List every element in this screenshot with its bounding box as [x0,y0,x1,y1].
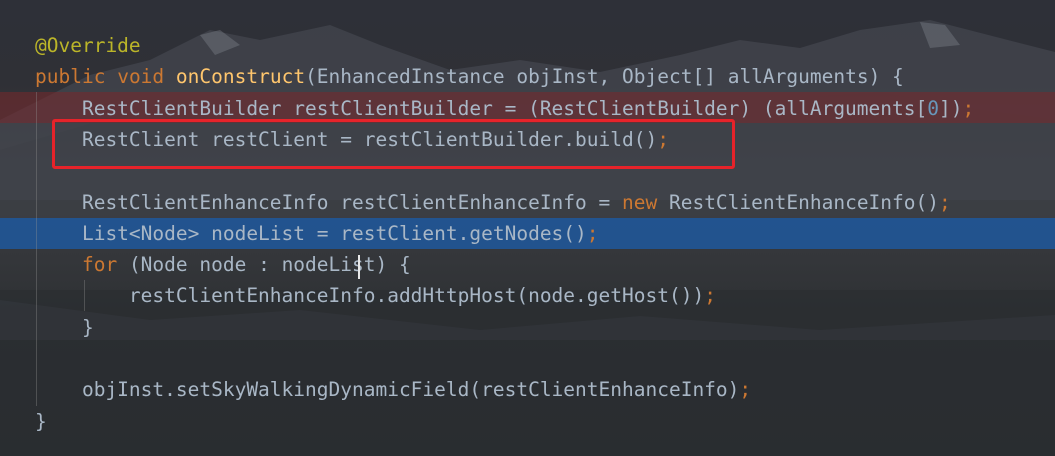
code-line[interactable]: } [0,406,1055,437]
code-line[interactable]: for (Node node : nodeList) { [0,249,1055,280]
code-token: ; [939,190,951,214]
code-token: 0 [927,96,939,120]
code-editor[interactable]: @Override public void onConstruct(Enhance… [0,0,1055,456]
code-token: ; [586,221,599,245]
code-line[interactable]: restClientEnhanceInfo.addHttpHost(node.g… [0,280,1055,311]
code-token: RestClientBuilder restClientBuilder = (R… [35,96,928,120]
code-token: new [622,190,658,214]
code-line[interactable] [0,343,1055,374]
code-line[interactable]: public void onConstruct(EnhancedInstance… [0,61,1055,92]
code-token: RestClientEnhanceInfo restClientEnhanceI… [35,190,622,214]
code-token: } [35,315,94,339]
code-token: onConstruct [175,65,306,89]
code-token: restClientEnhanceInfo.addHttpHost(node.g… [35,284,705,308]
code-token: void [117,65,165,89]
code-token: public [35,65,106,89]
code-token: for [81,253,118,277]
code-token: ; [962,96,975,120]
code-token: List<Node> nodeList = restClient.getNode… [35,221,587,245]
text-cursor [358,255,360,279]
code-token: (Node node : nodeList) { [117,253,411,277]
code-token: RestClientEnhanceInfo() [657,190,939,214]
code-token: ]) [939,96,963,120]
code-line[interactable]: List<Node> nodeList = restClient.getNode… [0,218,1055,249]
code-token: (EnhancedInstance objInst, Object[] allA… [305,65,904,89]
code-line[interactable]: objInst.setSkyWalkingDynamicField(restCl… [0,374,1055,405]
code-line[interactable]: RestClientEnhanceInfo restClientEnhanceI… [0,187,1055,218]
code-token: objInst.setSkyWalkingDynamicField(restCl… [35,378,740,402]
code-line[interactable]: } [0,312,1055,343]
code-token: @Override [35,34,141,57]
code-token: ; [704,284,716,308]
code-token: } [35,409,47,433]
code-token: ; [739,378,752,402]
code-line[interactable]: @Override [0,30,1055,61]
annotation-highlight-box [52,119,735,169]
